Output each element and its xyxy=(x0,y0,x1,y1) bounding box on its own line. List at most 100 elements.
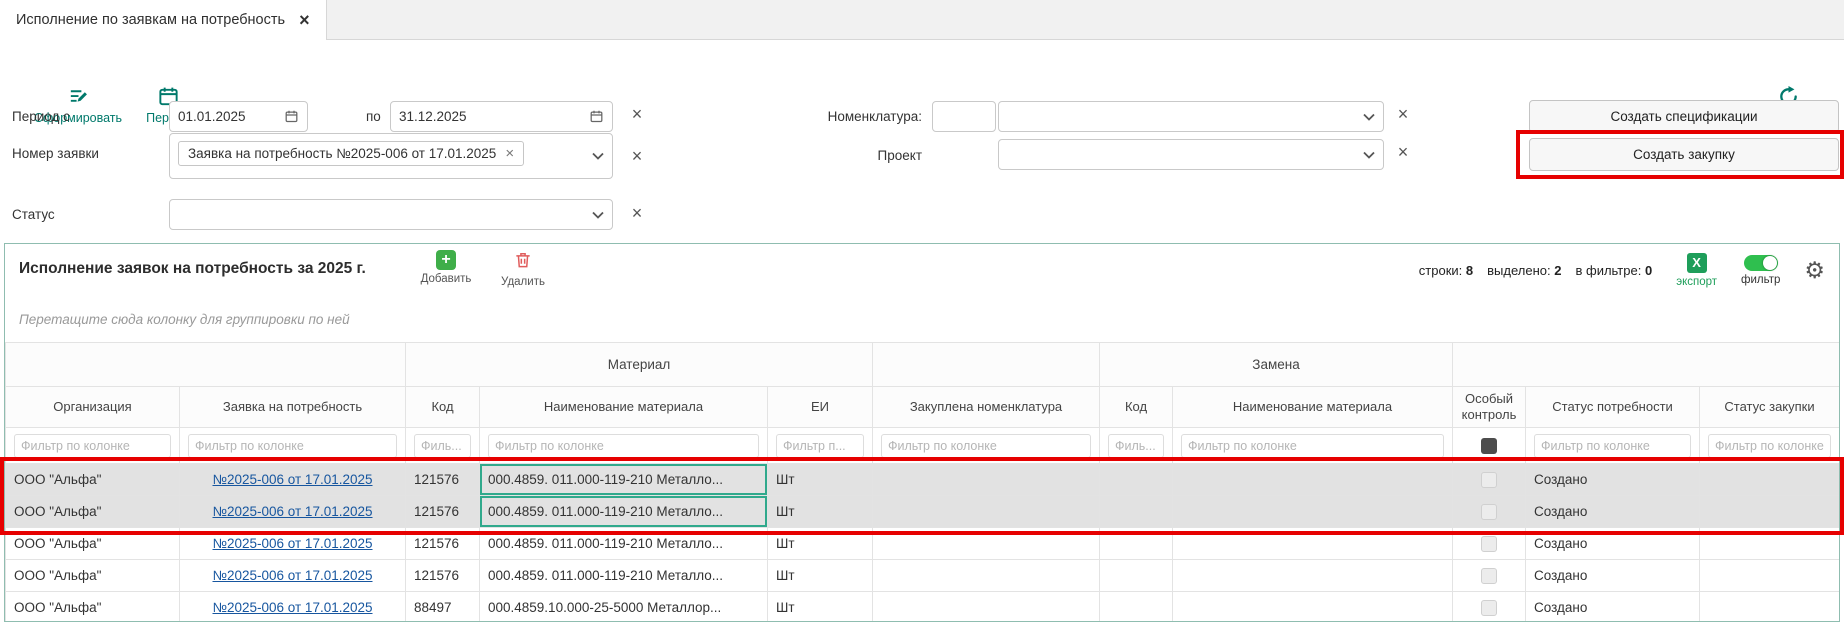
period-to-input[interactable] xyxy=(390,101,613,132)
column-filter-input[interactable] xyxy=(1181,434,1444,458)
column-filter-input[interactable] xyxy=(414,434,471,458)
material-name-cell: 000.4859. 011.000-119-210 Металло... xyxy=(480,464,768,496)
column-header-request[interactable]: Заявка на потребность xyxy=(180,387,406,428)
table-row[interactable]: ООО "Альфа"№2025-006 от 17.01.2025121576… xyxy=(6,528,1840,560)
special-control-checkbox[interactable] xyxy=(1481,568,1497,584)
grid-panel: Исполнение заявок на потребность за 2025… xyxy=(4,243,1840,622)
nomenclature-label: Номенклатура: xyxy=(700,109,922,124)
special-control-checkbox[interactable] xyxy=(1481,504,1497,520)
create-specifications-button[interactable]: Создать спецификации xyxy=(1529,100,1839,133)
special-control-checkbox[interactable] xyxy=(1481,536,1497,552)
clear-period-icon[interactable]: × xyxy=(628,104,646,124)
table-row[interactable]: ООО "Альфа"№2025-006 от 17.01.2025121576… xyxy=(6,464,1840,496)
grid-title: Исполнение заявок на потребность за 2025… xyxy=(19,260,366,278)
request-link[interactable]: №2025-006 от 17.01.2025 xyxy=(213,472,373,487)
chevron-down-icon[interactable] xyxy=(1363,151,1375,159)
column-header-replacement-name[interactable]: Наименование материала xyxy=(1173,387,1453,428)
material-code-cell: 121576 xyxy=(406,560,480,592)
special-control-cell xyxy=(1453,496,1526,528)
table-row[interactable]: ООО "Альфа" №2025-006 от 17.01.2025 121576… xyxy=(6,560,1840,592)
organization-cell: ООО "Альфа" xyxy=(6,496,180,528)
group-header-replacement: Замена xyxy=(1100,343,1453,387)
column-filter-input[interactable] xyxy=(881,434,1091,458)
period-to-field[interactable] xyxy=(399,109,583,124)
column-filter-input[interactable] xyxy=(1708,434,1831,458)
chevron-down-icon[interactable] xyxy=(1363,113,1375,121)
create-purchase-button[interactable]: Создать закупку xyxy=(1529,138,1839,171)
column-filter-input[interactable] xyxy=(488,434,759,458)
export-excel-button[interactable]: X экспорт xyxy=(1676,253,1717,288)
request-chip[interactable]: Заявка на потребность №2025-006 от 17.01… xyxy=(178,141,524,166)
column-filter-input[interactable] xyxy=(1534,434,1691,458)
purchased-cell xyxy=(873,592,1100,622)
request-number-multiselect[interactable]: Заявка на потребность №2025-006 от 17.01… xyxy=(169,133,613,179)
tab-active[interactable]: Исполнение по заявкам на потребность × xyxy=(0,0,327,40)
delete-label: Удалить xyxy=(501,276,545,288)
calendar-icon[interactable] xyxy=(284,109,299,124)
request-link[interactable]: №2025-006 от 17.01.2025 xyxy=(213,568,373,583)
filter-toggle[interactable]: фильтр xyxy=(1741,255,1780,286)
special-control-cell xyxy=(1453,464,1526,496)
column-header-purchase-status[interactable]: Статус закупки xyxy=(1700,387,1840,428)
column-filter-input[interactable] xyxy=(776,434,864,458)
replacement-code-cell xyxy=(1100,496,1173,528)
clear-status-icon[interactable]: × xyxy=(628,203,646,223)
request-link[interactable]: №2025-006 от 17.01.2025 xyxy=(213,600,373,615)
grid-header: Исполнение заявок на потребность за 2025… xyxy=(5,244,1839,296)
add-row-button[interactable]: + Добавить xyxy=(413,250,479,285)
special-control-filter-checkbox[interactable] xyxy=(1481,438,1497,454)
column-filter-input[interactable] xyxy=(1108,434,1164,458)
request-link[interactable]: №2025-006 от 17.01.2025 xyxy=(213,504,373,519)
purchase-status-cell xyxy=(1700,592,1840,622)
organization-cell: ООО "Альфа" xyxy=(6,528,180,560)
request-link[interactable]: №2025-006 от 17.01.2025 xyxy=(213,536,373,551)
purchased-cell xyxy=(873,560,1100,592)
organization-cell: ООО "Альфа" xyxy=(6,560,180,592)
project-combo[interactable] xyxy=(998,139,1384,170)
delete-row-button[interactable]: Удалить xyxy=(493,250,553,288)
column-header-material-name[interactable]: Наименование материала xyxy=(480,387,768,428)
nomenclature-combo[interactable] xyxy=(998,101,1384,132)
data-table: Материал Замена Организация Заявка на по… xyxy=(5,342,1840,622)
clear-request-icon[interactable]: × xyxy=(628,146,646,166)
column-header-need-status[interactable]: Статус потребности xyxy=(1526,387,1700,428)
status-combo[interactable] xyxy=(169,199,613,230)
special-control-cell xyxy=(1453,592,1526,622)
unit-cell: Шт xyxy=(768,464,873,496)
toolbar: Сформировать Период Обновить xyxy=(0,40,1844,100)
clear-project-icon[interactable]: × xyxy=(1394,142,1412,162)
chevron-down-icon[interactable] xyxy=(592,152,604,160)
nomenclature-code-field[interactable] xyxy=(941,109,987,124)
nomenclature-code-input[interactable] xyxy=(932,101,996,132)
column-header-material-code[interactable]: Код xyxy=(406,387,480,428)
column-filter-input[interactable] xyxy=(188,434,397,458)
column-header-special-control[interactable]: Особый контроль xyxy=(1453,387,1526,428)
purchase-status-cell xyxy=(1700,560,1840,592)
special-control-checkbox[interactable] xyxy=(1481,600,1497,616)
special-control-checkbox[interactable] xyxy=(1481,472,1497,488)
chevron-down-icon[interactable] xyxy=(592,211,604,219)
column-header-organization[interactable]: Организация xyxy=(6,387,180,428)
column-header-purchased[interactable]: Закуплена номенклатура xyxy=(873,387,1100,428)
tab-close-icon[interactable]: × xyxy=(299,11,310,29)
period-from-input[interactable] xyxy=(169,101,308,132)
column-filter-input[interactable] xyxy=(14,434,171,458)
table-row[interactable]: ООО "Альфа"№2025-006 от 17.01.2025121576… xyxy=(6,496,1840,528)
replacement-code-cell xyxy=(1100,464,1173,496)
material-code-cell: 121576 xyxy=(406,464,480,496)
special-control-cell xyxy=(1453,560,1526,592)
calendar-icon[interactable] xyxy=(589,109,604,124)
column-header-replacement-code[interactable]: Код xyxy=(1100,387,1173,428)
unit-cell: Шт xyxy=(768,496,873,528)
period-from-field[interactable] xyxy=(178,109,278,124)
material-name-cell: 000.4859.10.000-25-5000 Металлор... xyxy=(480,592,768,622)
clear-nomenclature-icon[interactable]: × xyxy=(1394,104,1412,124)
group-by-hint: Перетащите сюда колонку для группировки … xyxy=(5,296,1839,342)
table-row[interactable]: ООО "Альфа"№2025-006 от 17.01.2025884970… xyxy=(6,592,1840,622)
generate-report-icon xyxy=(67,85,90,108)
column-header-unit[interactable]: ЕИ xyxy=(768,387,873,428)
gear-icon[interactable]: ⚙ xyxy=(1804,259,1825,282)
unit-cell: Шт xyxy=(768,592,873,622)
toggle-on-icon[interactable] xyxy=(1744,255,1778,271)
chip-remove-icon[interactable]: × xyxy=(505,146,514,161)
